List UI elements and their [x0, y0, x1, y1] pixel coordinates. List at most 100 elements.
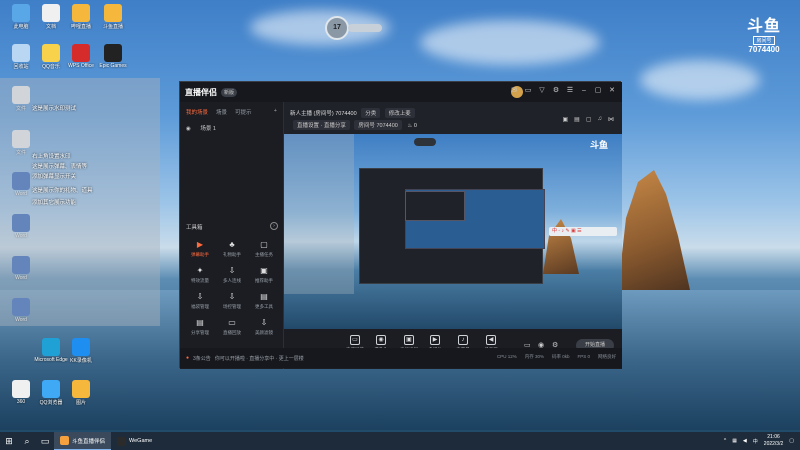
close-icon[interactable]: ✕	[608, 87, 616, 95]
version-badge[interactable]: 新版	[221, 87, 238, 97]
desktop-icon[interactable]: 此电脑	[4, 4, 38, 30]
tv-icon[interactable]: ▭	[524, 87, 532, 95]
bell-icon[interactable]: ♫	[598, 116, 603, 123]
stream-preview[interactable]: 斗鱼 中 ◦ ♪ ✎ ▣ ☰	[284, 134, 622, 329]
maximize-icon[interactable]: ▢	[594, 87, 602, 95]
desktop-icon-label: Microsoft Edge	[34, 357, 68, 363]
lock-icon[interactable]: ▤	[574, 116, 580, 123]
temperature-widget[interactable]: 17	[325, 16, 349, 40]
taskbar-app-button[interactable]: WeGame	[111, 432, 158, 450]
desktop-icon[interactable]: QQ浏览器	[34, 380, 68, 406]
taskbar-app-button[interactable]: 斗鱼直播伴侣	[54, 432, 112, 450]
toolbox-item[interactable]: ♣ 礼物助手	[216, 240, 248, 258]
ime-icon[interactable]: 中	[753, 438, 758, 445]
app-titlebar[interactable]: 直播伴侣 新版 ✉ ▭ ▽ ⚙ ☰ – ▢ ✕	[180, 82, 622, 102]
wallpaper-cloud	[640, 60, 760, 100]
notice-count[interactable]: 3条公告	[193, 355, 211, 362]
desktop-icon-label: 360	[16, 399, 26, 405]
overlay-line: 这是展示你的礼物、道具	[32, 188, 93, 194]
gift-icon[interactable]: ▣	[562, 116, 568, 123]
toolbox-item-icon: ⇩	[196, 292, 204, 301]
toolbox-item[interactable]: ▣ 推荐助手	[248, 266, 280, 284]
taskbar-app-icon	[117, 436, 127, 446]
desktop-icon[interactable]: QQ音乐	[34, 44, 68, 70]
toolbox-expand-icon[interactable]: ›	[270, 222, 278, 230]
input-method-toolbar[interactable]: 中 ◦ ♪ ✎ ▣ ☰	[549, 227, 617, 236]
toolbox-item-label: 直播回放	[223, 330, 241, 335]
toolbox-item-icon: ▶	[196, 240, 204, 249]
app-logo: 直播伴侣	[185, 87, 217, 97]
source-control-icon: ◉	[376, 335, 386, 345]
windows-start-icon[interactable]: ⊞	[0, 432, 18, 450]
toolbox-item[interactable]: ▶ 弹幕助手	[184, 240, 216, 258]
desktop-icon[interactable]: 斗鱼直播	[96, 4, 130, 30]
search-icon[interactable]: ⌕	[18, 432, 36, 450]
desktop-icon-label: 此电脑	[13, 24, 29, 30]
desktop-app-icon	[72, 4, 90, 22]
status-bar: ● 3条公告 你可以开播啦 · 直播分享中 · 更上一层楼 CPU 12% 内存…	[180, 348, 622, 368]
desktop-icon[interactable]: 回收站	[4, 44, 38, 70]
message-icon[interactable]: ✉	[510, 87, 518, 95]
network-icon[interactable]: ▦	[732, 438, 737, 444]
shirt-icon[interactable]: ▽	[538, 87, 546, 95]
desktop-app-icon	[12, 380, 30, 398]
desktop-icon[interactable]: 文档	[34, 4, 68, 30]
toolbox-item[interactable]: ⇩ 场控管理	[216, 292, 248, 310]
preview-widget	[414, 138, 436, 146]
source-control-icon: ◀	[486, 335, 496, 345]
temperature-widget-tail	[348, 24, 382, 32]
desktop-icon-label: 斗鱼直播	[102, 24, 123, 30]
desktop-icon[interactable]: Epic Games	[96, 44, 130, 69]
toolbox-item-label: 更多工具	[255, 304, 273, 309]
tab-prompt[interactable]: 可提示	[235, 108, 252, 116]
notification-icon[interactable]: ▢	[789, 438, 794, 444]
toolbox-item[interactable]: ▭ 直播回放	[216, 318, 248, 336]
douyu-room-logo: 斗鱼 房间号 7074400	[740, 12, 788, 54]
scene-item[interactable]: ◉ 场景 1	[186, 124, 277, 132]
overlay-line: 右上角设置水印	[32, 154, 71, 160]
desktop-icon[interactable]: Microsoft Edge	[34, 338, 68, 363]
toolbox-item[interactable]: ▢ 主播任务	[248, 240, 280, 258]
source-control-icon: ▣	[404, 335, 414, 345]
room-number-pill[interactable]: 房间号 7074400	[354, 120, 402, 130]
stream-title-row: 新人主播 (房间号) 7074400 分类 修改上麦	[290, 108, 415, 118]
desktop-icon[interactable]: 图片	[64, 380, 98, 406]
toolbox-item-icon: ⇩	[228, 266, 236, 275]
desktop-icon[interactable]: KK录像机	[64, 338, 98, 364]
tab-scenes[interactable]: 场景	[216, 108, 227, 116]
toolbox-item[interactable]: ⇩ 福袋管理	[184, 292, 216, 310]
toolbox-item[interactable]: ▤ 更多工具	[248, 292, 280, 310]
toolbox-item[interactable]: ⇩ 多人连线	[216, 266, 248, 284]
add-scene-button[interactable]: +	[274, 108, 277, 116]
menu-icon[interactable]: ☰	[566, 87, 574, 95]
gear-icon[interactable]: ⚙	[552, 87, 560, 95]
desktop-icon[interactable]: 哔哩直播	[64, 4, 98, 30]
volume-icon[interactable]: ◀	[743, 438, 747, 444]
task-view-icon[interactable]: ▭	[36, 432, 54, 450]
tab-my-scenes[interactable]: 我的场景	[186, 108, 208, 116]
minimize-icon[interactable]: –	[580, 87, 588, 95]
share-icon[interactable]: ⋈	[608, 116, 614, 123]
desktop-icon[interactable]: 360	[4, 380, 38, 405]
toolbox-item-icon: ⇩	[260, 318, 268, 327]
category-pill[interactable]: 分类	[361, 108, 381, 118]
toolbox-item-icon: ▭	[228, 318, 236, 327]
eye-icon[interactable]: ◉	[186, 126, 191, 132]
toolbox-item[interactable]: ▤ 分享管理	[184, 318, 216, 336]
tray-chevron-icon[interactable]: ^	[724, 438, 726, 444]
live-companion-window: 直播伴侣 新版 ✉ ▭ ▽ ⚙ ☰ – ▢ ✕ 我的场景 场景 可提示 + ◉ …	[179, 81, 622, 369]
wallpaper-cloud	[420, 20, 600, 65]
toolbox-item-label: 推荐助手	[255, 278, 273, 283]
box-icon[interactable]: ▢	[586, 116, 592, 123]
clock[interactable]: 21:06 2022/3/2	[764, 434, 783, 448]
toolbox-item-icon: ▤	[260, 292, 268, 301]
stream-settings-pill[interactable]: 直播设置 · 直播分享	[293, 120, 350, 130]
desktop-icon[interactable]: WPS Office	[64, 44, 98, 69]
overlay-line: 添加其它展示功能	[32, 200, 77, 206]
edit-title-pill[interactable]: 修改上麦	[384, 108, 415, 118]
toolbox-item[interactable]: ✦ 特效流量	[184, 266, 216, 284]
toolbox-item[interactable]: ⇩ 美颜滤镜	[248, 318, 280, 336]
stream-info-bar: 新人主播 (房间号) 7074400 分类 修改上麦 直播设置 · 直播分享 房…	[284, 102, 622, 134]
desktop-app-icon	[72, 44, 90, 62]
toolbox-item-label: 福袋管理	[191, 304, 209, 309]
